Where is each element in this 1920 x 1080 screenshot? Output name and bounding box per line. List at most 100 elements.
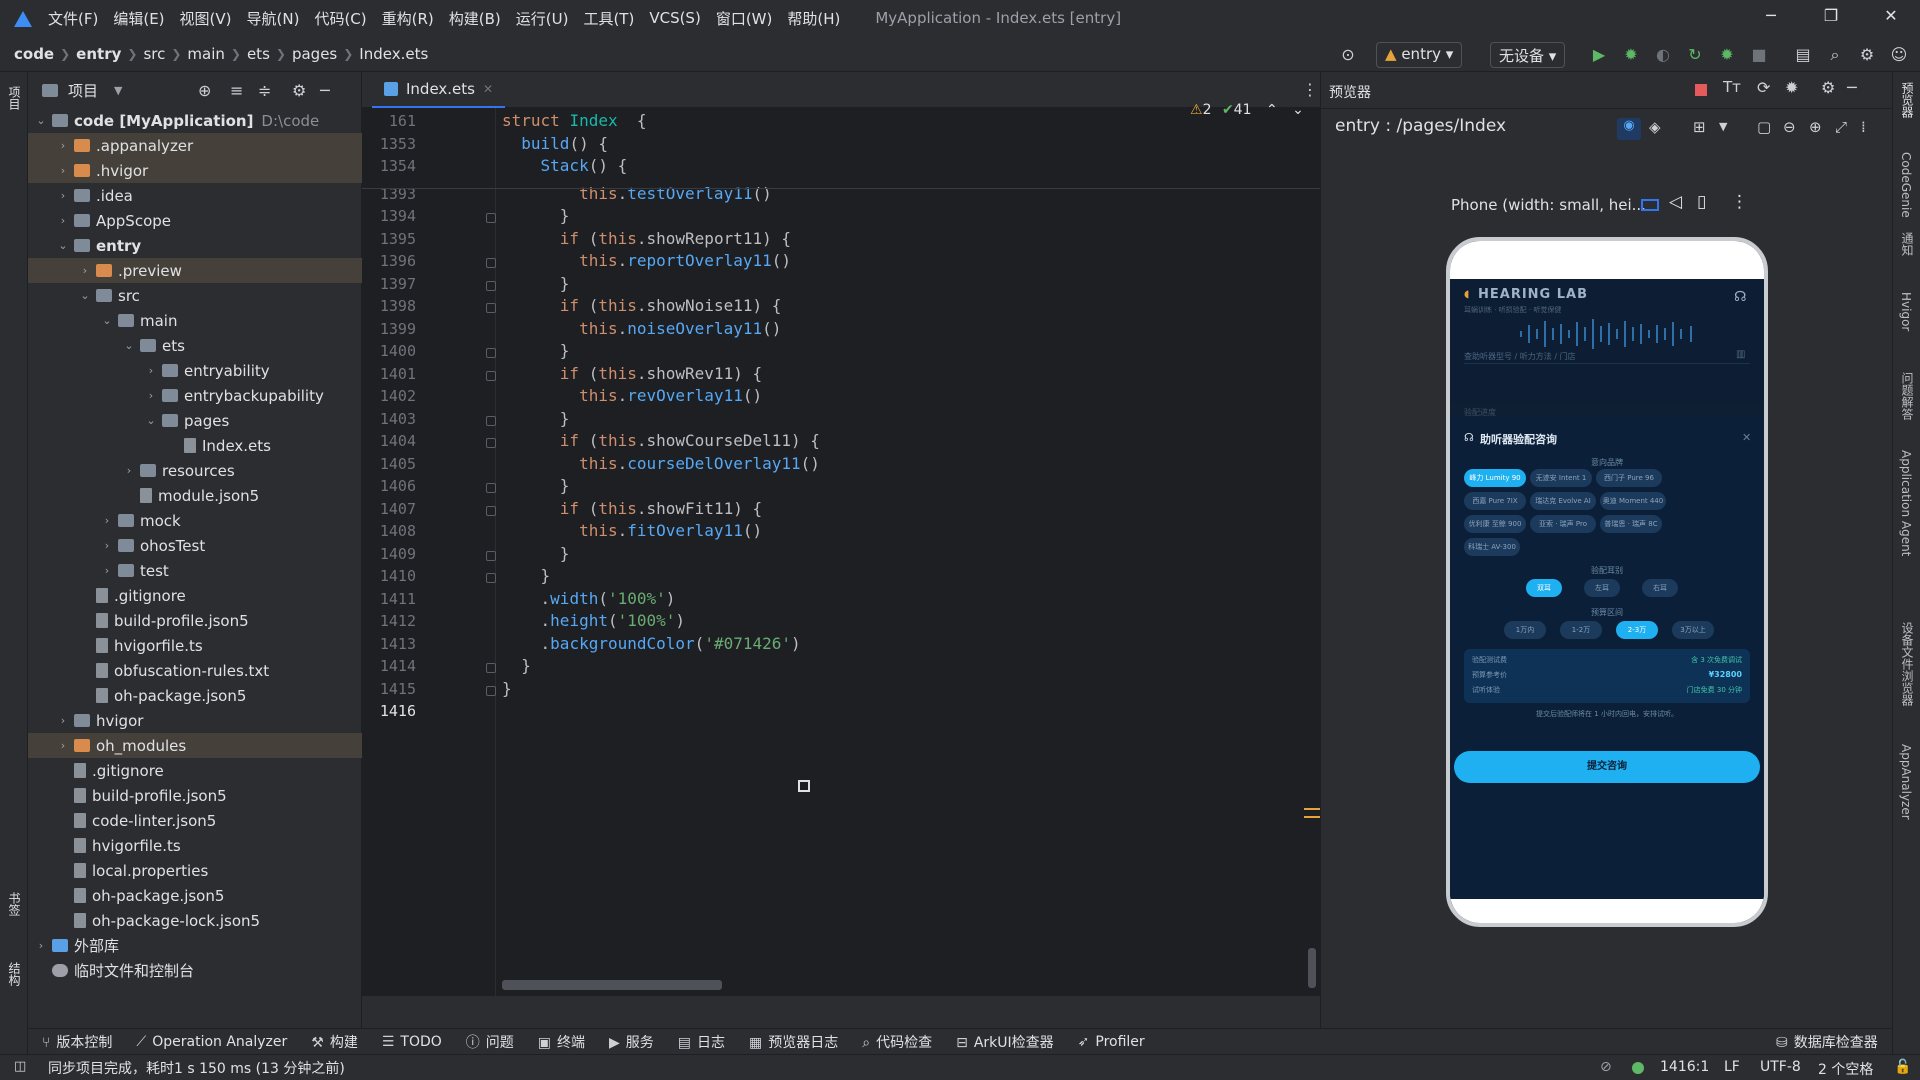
ear-option[interactable]: 双耳 (1526, 579, 1562, 597)
chevron-right-icon[interactable]: › (122, 464, 136, 477)
attach-icon[interactable]: ◐ (1652, 44, 1674, 66)
fold-marker[interactable] (486, 483, 496, 493)
brand-option[interactable]: 瑞达克 Evolve AI 20 (1530, 492, 1596, 523)
tree-item[interactable]: hvigorfile.ts (28, 833, 362, 858)
ear-option[interactable]: 右耳 (1642, 579, 1678, 597)
brand-option[interactable]: 西嘉 Pure 7IX (1464, 492, 1526, 510)
tool-code-inspect[interactable]: ⌕ 代码检查 (862, 1032, 932, 1052)
refresh-icon[interactable]: ⟳ (1757, 78, 1770, 97)
chevron-right-icon[interactable]: › (56, 214, 70, 227)
grid-icon[interactable]: ⊞ (1693, 118, 1706, 136)
search-icon[interactable]: ⌕ (1824, 44, 1846, 66)
file-encoding[interactable]: UTF-8 (1760, 1059, 1801, 1075)
crumb-pages[interactable]: pages (292, 45, 337, 63)
fold-marker[interactable] (486, 280, 496, 291)
chevron-down-icon[interactable]: ⌄ (144, 414, 158, 427)
chevron-right-icon[interactable]: › (144, 364, 158, 377)
fold-marker[interactable] (486, 258, 496, 268)
tool-db-inspector[interactable]: ⛁ 数据库检查器 (1776, 1032, 1878, 1052)
headphone-icon[interactable]: ☊ (1734, 289, 1746, 305)
tool-terminal[interactable]: ▣ 终端 (538, 1032, 585, 1052)
fold-marker[interactable] (486, 505, 496, 516)
debug-icon[interactable]: ✹ (1620, 44, 1642, 66)
tool-preview-log[interactable]: ▦ 预览器日志 (749, 1032, 838, 1052)
fold-marker[interactable] (486, 415, 496, 426)
submit-button[interactable]: 提交咨询 (1454, 751, 1760, 783)
menu-code[interactable]: 代码(C) (314, 8, 366, 29)
tree-item[interactable]: local.properties (28, 858, 362, 883)
chevron-down-icon[interactable]: ⌄ (56, 239, 70, 252)
code-editor[interactable]: 161 1353 1354 1393 1394 1395 1396 1397 1398 1399 1… (362, 102, 1320, 996)
menu-file[interactable]: 文件(F) (48, 8, 98, 29)
apply-changes-icon[interactable]: ↻ (1684, 44, 1706, 66)
tree-item[interactable]: hvigorfile.ts (28, 633, 362, 658)
tool-operation-analyzer[interactable]: ⟋ Operation Analyzer (136, 1034, 287, 1050)
collapse-all-icon[interactable]: ≑ (258, 81, 271, 100)
menu-vcs[interactable]: VCS(S) (649, 9, 700, 27)
line-separator[interactable]: LF (1724, 1059, 1740, 1075)
module-selector[interactable]: ▲ entry ▾ (1376, 42, 1463, 68)
fold-marker[interactable] (486, 303, 496, 313)
chevron-right-icon[interactable]: › (144, 389, 158, 402)
bookmarks-tool-tab[interactable]: 书签 (6, 892, 23, 916)
tree-item[interactable]: › resources (28, 458, 362, 483)
locate-icon[interactable]: ⊕ (198, 81, 211, 100)
tree-item[interactable]: build-profile.json5 (28, 783, 362, 808)
tree-item[interactable]: ⌄ main (28, 308, 362, 333)
menu-navigate[interactable]: 导航(N) (247, 8, 300, 29)
fold-marker[interactable] (486, 573, 496, 583)
fold-marker[interactable] (486, 348, 496, 358)
zoom-out-icon[interactable]: ⊖ (1783, 118, 1796, 136)
portrait-icon[interactable] (1641, 199, 1659, 211)
tool-services[interactable]: ▶ 服务 (609, 1032, 654, 1052)
tool-build[interactable]: ⚒ 构建 (311, 1032, 358, 1052)
chevron-right-icon[interactable]: › (56, 164, 70, 177)
chevron-right-icon[interactable]: › (100, 564, 114, 577)
layers-icon[interactable]: ◈ (1649, 118, 1661, 136)
modal-close-icon[interactable]: ✕ (1742, 431, 1751, 444)
menu-build[interactable]: 构建(B) (449, 8, 501, 29)
brand-option[interactable]: 奥迪 Moment 440 (1600, 492, 1666, 510)
budget-option[interactable]: 3万以上 (1672, 621, 1714, 639)
font-size-icon[interactable]: Tт (1723, 78, 1741, 96)
tree-item[interactable]: › .hvigor (28, 158, 362, 183)
device-browser-tool-tab[interactable]: 设备文件浏览器 (1899, 622, 1916, 706)
panel-settings-icon[interactable]: ⚙ (292, 81, 306, 100)
fold-marker[interactable] (486, 663, 496, 673)
brand-option[interactable]: 亚索 · 瑞声 Pro (1530, 515, 1596, 533)
run-icon[interactable]: ▶ (1588, 44, 1610, 66)
tree-item[interactable]: ⌄ ets (28, 333, 362, 358)
fold-marker[interactable] (486, 438, 496, 448)
chevron-right-icon[interactable]: › (34, 939, 48, 952)
frame-icon[interactable]: ▢ (1757, 118, 1771, 136)
tree-item[interactable]: › 外部库 (28, 933, 362, 958)
preview-tool-tab[interactable]: 预览器 (1899, 82, 1916, 118)
menu-tools[interactable]: 工具(T) (583, 8, 634, 29)
budget-option[interactable]: 1万内 (1504, 621, 1546, 639)
no-network-icon[interactable]: ⊘ (1600, 1059, 1612, 1075)
structure-tool-tab[interactable]: 结构 (6, 962, 23, 986)
brand-option[interactable]: 无迹安 Intent 1 (1530, 469, 1592, 487)
tree-item[interactable]: code-linter.json5 (28, 808, 362, 833)
chevron-down-icon[interactable]: ⌄ (78, 289, 92, 302)
brand-option[interactable]: 西门子 Pure 96 (1596, 469, 1662, 487)
tree-item[interactable]: build-profile.json5 (28, 608, 362, 633)
expand-all-icon[interactable]: ≡ (230, 81, 243, 100)
tool-log[interactable]: ▤ 日志 (678, 1032, 725, 1052)
tree-item[interactable]: obfuscation-rules.txt (28, 658, 362, 683)
tree-item[interactable]: › mock (28, 508, 362, 533)
budget-option[interactable]: 1-2万 (1560, 621, 1602, 639)
tree-item[interactable]: oh-package.json5 (28, 683, 362, 708)
hide-preview-icon[interactable]: ─ (1847, 78, 1857, 97)
fold-marker[interactable] (486, 213, 496, 223)
tool-profiler[interactable]: ➶ Profiler (1078, 1034, 1145, 1050)
codegenie-tool-tab[interactable]: CodeGenie (1899, 152, 1913, 218)
device-selector[interactable]: 无设备 ▾ (1490, 42, 1566, 68)
tree-item[interactable]: module.json5 (28, 483, 362, 508)
status-ok-icon[interactable] (1632, 1062, 1644, 1074)
tree-item[interactable]: › hvigor (28, 708, 362, 733)
chevron-down-icon[interactable]: ⌄ (34, 114, 48, 127)
next-issue-icon[interactable]: ⌄ (1292, 102, 1304, 118)
qa-tool-tab[interactable]: 问题解答 (1899, 372, 1916, 420)
stop-preview-icon[interactable] (1695, 84, 1707, 96)
